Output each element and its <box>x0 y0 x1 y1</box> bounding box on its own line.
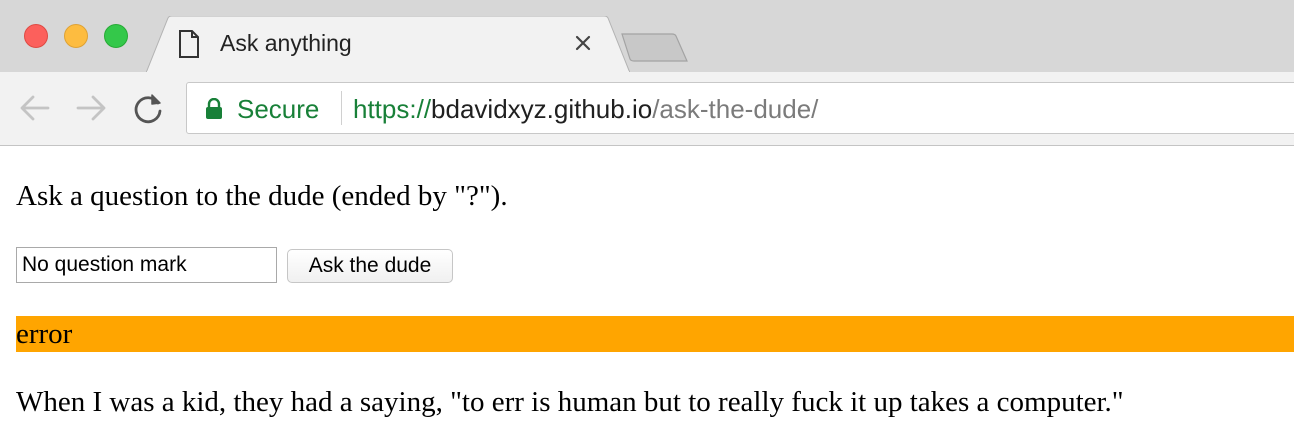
lock-icon <box>205 97 223 125</box>
tab-title: Ask anything <box>220 30 352 56</box>
question-input[interactable] <box>16 247 277 283</box>
ask-the-dude-button[interactable]: Ask the dude <box>287 249 453 283</box>
url-host: bdavidxyz.github.io <box>431 94 653 124</box>
address-bar[interactable]: Secure https://bdavidxyz.github.io/ask-t… <box>186 82 1294 134</box>
secure-label: Secure <box>237 94 320 124</box>
address-separator <box>341 91 342 125</box>
forward-arrow-icon[interactable] <box>74 92 108 129</box>
question-prompt: Ask a question to the dude (ended by "?"… <box>16 180 508 212</box>
reload-icon[interactable] <box>132 92 166 129</box>
browser-toolbar: Secure https://bdavidxyz.github.io/ask-t… <box>0 72 1294 146</box>
status-banner: error <box>16 316 1294 352</box>
tab-shape <box>146 16 630 73</box>
page-content: Ask a question to the dude (ended by "?"… <box>0 146 1294 448</box>
url-path: /ask-the-dude/ <box>652 94 819 124</box>
status-text: error <box>16 318 73 350</box>
new-tab-button[interactable] <box>620 32 690 69</box>
browser-titlebar: Ask anything <box>0 0 1294 73</box>
url-scheme: https:// <box>353 94 432 124</box>
document-icon <box>178 30 200 63</box>
close-tab-icon[interactable] <box>574 34 592 57</box>
url-text: https://bdavidxyz.github.io/ask-the-dude… <box>353 94 818 125</box>
minimize-window-button[interactable] <box>64 24 88 48</box>
back-arrow-icon[interactable] <box>18 92 52 129</box>
dude-answer: When I was a kid, they had a saying, "to… <box>16 386 1124 418</box>
tab-ask-anything[interactable]: Ask anything <box>146 16 630 73</box>
maximize-window-button[interactable] <box>104 24 128 48</box>
close-window-button[interactable] <box>24 24 48 48</box>
